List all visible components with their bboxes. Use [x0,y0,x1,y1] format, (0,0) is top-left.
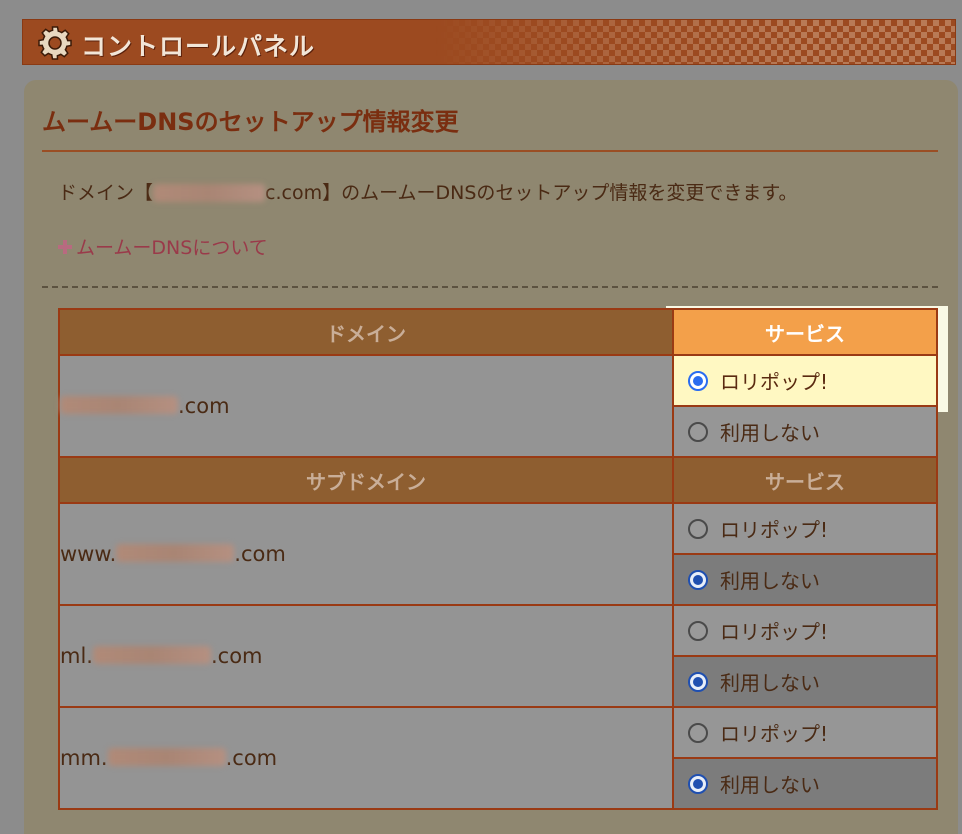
redacted-domain: aisonclini [153,184,266,202]
subdomain-column-header: サブドメイン [58,456,674,504]
www-option-lolipop[interactable]: ロリポップ! [672,502,938,555]
radio-icon[interactable] [688,569,708,590]
radio-icon[interactable] [688,518,708,539]
option-label: 利用しない [720,569,820,593]
ml-option-lolipop[interactable]: ロリポップ! [672,604,938,657]
radio-icon[interactable] [688,671,708,692]
control-panel-banner: コントロールパネル [22,19,956,65]
redacted-domain: aison-clinic [92,646,211,664]
radio-icon[interactable] [688,421,708,442]
option-label: 利用しない [720,421,820,445]
description-before: ドメイン【 [58,182,154,204]
radio-icon[interactable] [688,722,708,743]
option-label: ロリポップ! [720,620,829,644]
gear-icon [38,26,72,60]
subdomain-prefix: ml. [60,644,93,668]
radio-icon[interactable] [688,773,708,794]
subdomain-name-cell: ml.aison-clinic.com [58,604,674,708]
subdomain-name-cell: mm.aison-clinic.com [58,706,674,810]
www-option-none[interactable]: 利用しない [672,553,938,606]
subdomain-service-column-header: サービス [672,456,938,504]
dns-settings-table: ドメイン サービス aison-clinic.com ロリポップ! 利用しない [58,308,938,810]
subdomain-prefix: www. [60,542,117,566]
option-label: 利用しない [720,773,820,797]
domain-option-none[interactable]: 利用しない [672,405,938,458]
option-label: ロリポップ! [720,722,829,746]
redacted-domain: aison-clinic [107,748,226,766]
subdomain-name-cell: www.aison-clinic.com [58,502,674,606]
plus-icon [58,239,72,254]
ml-option-none[interactable]: 利用しない [672,655,938,708]
mm-option-none[interactable]: 利用しない [672,757,938,810]
banner-title: コントロールパネル [81,32,316,61]
description-text: ドメイン【aisonclinic.com】のムームーDNSのセットアップ情報を変… [58,178,798,205]
domain-column-header: ドメイン [58,308,674,356]
subdomain-suffix: .com [234,542,286,566]
dashed-divider [42,286,938,288]
about-link-label: ムームーDNSについて [76,237,268,259]
option-label: ロリポップ! [720,518,829,542]
page: コントロールパネル ムームーDNSのセットアップ情報変更 ドメイン【aisonc… [0,0,962,834]
about-muumuu-dns-link[interactable]: ムームーDNSについて [58,233,268,260]
title-divider [42,150,938,152]
service-column-header: サービス [672,308,938,356]
domain-option-lolipop[interactable]: ロリポップ! [672,354,938,407]
subdomain-suffix: .com [225,746,278,770]
banner-pattern [435,20,955,64]
subdomain-suffix: .com [210,644,263,668]
subdomain-prefix: mm. [60,746,108,770]
domain-name-cell: aison-clinic.com [58,354,674,458]
redacted-domain: aison-clinic [116,544,235,562]
description-domain-tail: c.com [265,182,323,204]
option-label: 利用しない [720,671,820,695]
radio-icon[interactable] [688,620,708,641]
option-label: ロリポップ! [720,370,829,394]
domain-suffix: .com [178,394,230,418]
mm-option-lolipop[interactable]: ロリポップ! [672,706,938,759]
radio-icon[interactable] [688,370,708,391]
description-after: 】のムームーDNSのセットアップ情報を変更できます。 [322,182,798,204]
redacted-domain: aison-clinic [60,396,178,414]
page-title: ムームーDNSのセットアップ情報変更 [42,108,459,136]
